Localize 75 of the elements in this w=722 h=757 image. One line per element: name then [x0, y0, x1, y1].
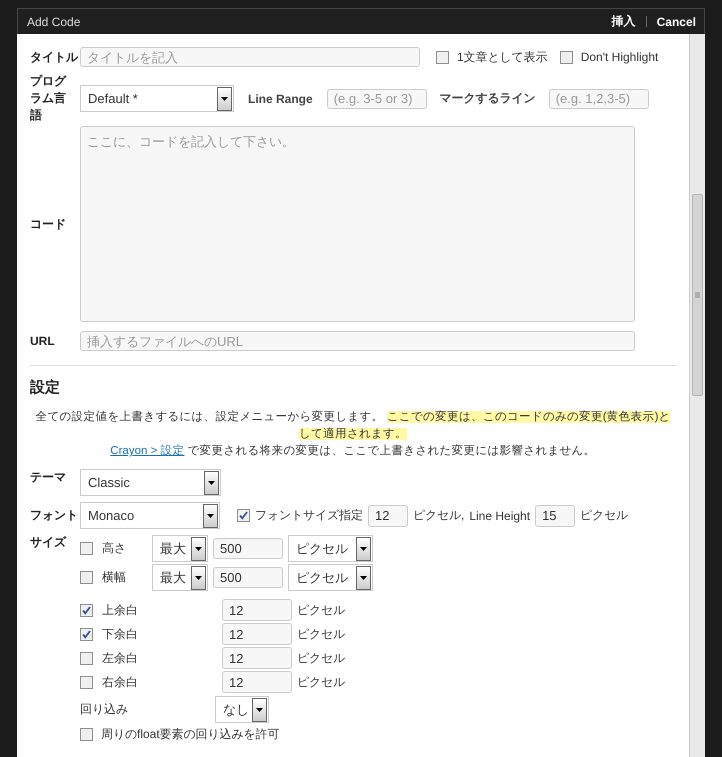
checkbox-label: 1文章として表示 [457, 48, 548, 66]
field-label: 回り込み [80, 701, 129, 718]
caret-icon [195, 546, 202, 550]
window-title: Add Code [27, 14, 82, 28]
margin-input[interactable]: 12 [222, 671, 292, 693]
checkbox[interactable] [80, 571, 93, 584]
url-input[interactable]: 挿入するファイルへのURL [80, 331, 635, 351]
unit-label: ピクセル, [413, 507, 464, 524]
checkbox-label: フォントサイズ指定 [255, 507, 363, 524]
caret-icon [207, 514, 214, 518]
caret-icon [360, 546, 367, 550]
checkbox-label: 高さ [102, 540, 127, 557]
checkbox[interactable] [80, 728, 93, 741]
field-label: タイトル [30, 48, 80, 66]
margin-input[interactable]: 12 [222, 647, 292, 669]
checkbox[interactable] [237, 509, 250, 522]
code-textarea[interactable]: ここに、コードを記入して下さい。 [80, 126, 635, 322]
checkbox[interactable] [80, 604, 93, 616]
settings-notice: 全ての設定値を上書きするには、設定メニューから変更します。 ここでの変更は、このコードのみの変更(黄色表示)として適用されます。 [34, 409, 672, 442]
font-size-input[interactable]: 12 [368, 504, 408, 526]
checkbox-label: 上余白 [102, 602, 139, 618]
field-label: サイズ [30, 534, 68, 551]
checkbox-label: 下余白 [102, 626, 139, 642]
checkbox-label: 横幅 [102, 569, 127, 586]
unit-dropdown[interactable]: ピクセル [288, 535, 373, 562]
margin-input[interactable]: 12 [222, 623, 292, 645]
unit-label: ピクセル [297, 626, 345, 642]
checkbox[interactable] [80, 676, 93, 688]
section-heading: 設定 [30, 378, 61, 397]
checkbox[interactable] [80, 652, 93, 664]
checkbox[interactable] [560, 50, 573, 64]
unit-dropdown[interactable]: ピクセル [288, 564, 373, 591]
scrollbar[interactable] [689, 34, 705, 757]
caret-icon [360, 576, 367, 580]
field-label: テーマ [30, 469, 67, 486]
caret-icon [195, 576, 202, 580]
language-dropdown[interactable]: Default * [80, 85, 234, 112]
mode-dropdown[interactable]: 最大 [152, 564, 208, 591]
checkbox[interactable] [436, 50, 449, 64]
unit-label: ピクセル [297, 674, 345, 690]
unit-label: ピクセル [297, 650, 345, 666]
field-label: マークするライン [440, 90, 536, 107]
checkbox-label: 周りのfloat要素の回り込みを許可 [101, 726, 280, 743]
mark-lines-input[interactable]: (e.g. 1,2,3-5) [548, 88, 649, 108]
checkbox[interactable] [80, 628, 93, 640]
field-label: フォント [30, 507, 79, 524]
margin-input[interactable]: 12 [222, 599, 292, 621]
float-dropdown[interactable]: なし [215, 696, 269, 723]
unit-label: ピクセル [297, 602, 345, 618]
checkbox-label: Don't Highlight [580, 50, 658, 64]
title-input[interactable]: タイトルを記入 [80, 47, 420, 67]
field-label: Line Range [248, 92, 313, 106]
font-dropdown[interactable]: Monaco [80, 502, 220, 529]
field-label: Line Height [469, 508, 530, 522]
field-label: URL [30, 334, 56, 348]
field-label: コード [30, 216, 67, 232]
grip-icon [695, 292, 700, 298]
override-note: Crayon > 設定 で変更される将来の変更は、ここで上書きされた変更には影響されません。 [109, 443, 597, 459]
checkbox[interactable] [80, 542, 93, 555]
field-label: プログラム言語 [30, 73, 68, 124]
theme-dropdown[interactable]: Classic [80, 469, 221, 496]
unit-label: ピクセル [580, 507, 628, 524]
insert-link[interactable]: 挿入 [612, 13, 636, 30]
caret-icon [208, 480, 215, 484]
caret-icon [221, 96, 228, 100]
caret-icon [256, 708, 263, 712]
checkbox-label: 右余白 [102, 674, 139, 690]
cancel-link[interactable]: Cancel [656, 14, 696, 28]
checkbox-label: 左余白 [102, 650, 139, 666]
settings-link[interactable]: Crayon > 設定 [110, 445, 184, 457]
size-input[interactable]: 500 [213, 567, 283, 588]
mode-dropdown[interactable]: 最大 [152, 535, 208, 562]
line-range-input[interactable]: (e.g. 3-5 or 3) [326, 88, 427, 108]
line-height-input[interactable]: 15 [535, 504, 576, 526]
size-input[interactable]: 500 [213, 538, 283, 559]
